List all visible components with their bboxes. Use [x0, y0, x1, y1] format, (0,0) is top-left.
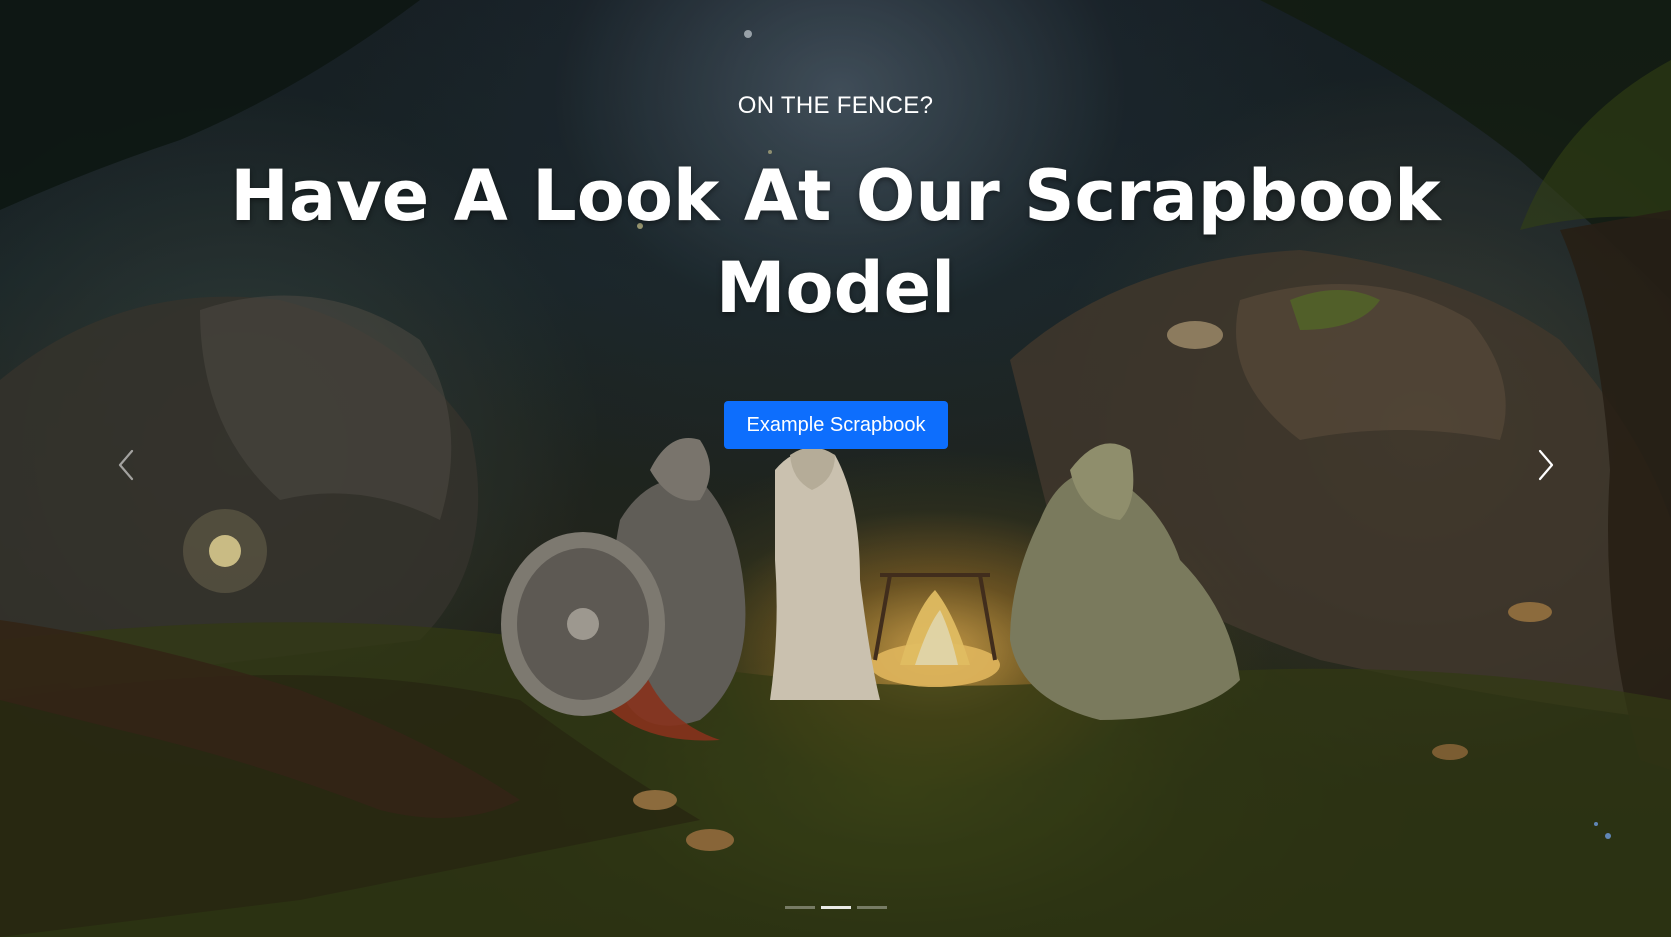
example-scrapbook-button[interactable]: Example Scrapbook: [724, 401, 948, 449]
hero-headline: Have A Look At Our Scrapbook Model: [230, 155, 1441, 329]
hero-dim-overlay: [0, 0, 1671, 937]
chevron-right-icon: [1538, 449, 1554, 481]
chevron-left-icon: [118, 449, 134, 481]
carousel-indicator-active[interactable]: [820, 906, 851, 909]
carousel-indicator[interactable]: [784, 906, 815, 909]
carousel-next-button[interactable]: [1516, 440, 1576, 490]
carousel-indicator[interactable]: [856, 906, 887, 909]
carousel-prev-button[interactable]: [96, 440, 156, 490]
hero-eyebrow: ON THE FENCE?: [737, 92, 934, 119]
hero-carousel: ON THE FENCE? Have A Look At Our Scrapbo…: [0, 0, 1671, 937]
carousel-indicators: [0, 906, 1671, 909]
